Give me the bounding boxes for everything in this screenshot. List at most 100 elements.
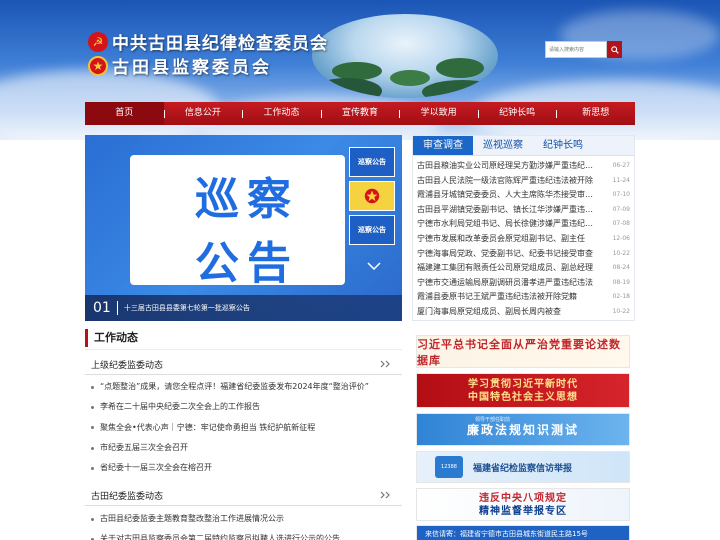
news-tab-panel: 审查调查 巡视巡察 纪钟长鸣 古田县粮油实业公司原经理吴方勤涉嫌严重违纪违法 06…: [412, 135, 635, 321]
ad-text-line1: 学习贯彻习近平新时代: [468, 378, 578, 390]
list-item[interactable]: 古田县人民法院一级法官陈辉严重违纪违法被开除 11-24: [417, 174, 630, 189]
tab-inspection[interactable]: 巡视巡察: [473, 136, 533, 155]
news-title: “点题整治”成果，请您全程点评！福建省纪委监委发布2024年度“整治评价”: [100, 382, 369, 391]
nav-item-info-disclosure[interactable]: 信息公开: [163, 102, 243, 125]
search-button[interactable]: [607, 41, 622, 58]
search-input[interactable]: [545, 41, 607, 58]
news-title: 古田县平湖镇党委副书记、镇长江华涉嫌严重违纪违法: [417, 204, 595, 214]
list-item[interactable]: 古田县平湖镇党委副书记、镇长江华涉嫌严重违纪违法 07-09: [417, 203, 630, 218]
ad-discipline-database[interactable]: 习近平总书记全面从严治党重要论述数据库: [416, 335, 630, 368]
news-title: 宁德市水利局党组书记、局长徐健涉嫌严重违纪违法: [417, 219, 595, 229]
bullet-icon: [91, 446, 94, 450]
slideshow[interactable]: 巡察 公告 巡察公告 巡察公告 01 十三届古田县县委第七轮第一批巡察公告: [85, 135, 402, 321]
news-date: 07-09: [612, 205, 630, 213]
mail-address-text: 来信请寄：福建省宁德市古田县城东街道民主路15号: [425, 530, 588, 538]
site-logo-line1[interactable]: ☭ 中共古田县纪律检查委员会: [88, 29, 328, 54]
list-item[interactable]: 宁德市水利局党组书记、局长徐健涉嫌严重违纪违法 07-08: [417, 217, 630, 232]
news-date: 08-24: [612, 264, 630, 272]
list-item[interactable]: 霞浦县牙城镇党委委员、人大主席陈华杰接受审查调查 07-10: [417, 188, 630, 203]
news-date: 10-22: [612, 307, 630, 315]
slide-heading-line1: 巡察: [195, 174, 299, 225]
party-emblem-icon: ☭: [88, 31, 108, 52]
subsection-header-local: 古田纪委监委动态: [85, 486, 402, 506]
list-item[interactable]: 关于对古田县监察委员会第二届特约监察员拟聘人选进行公示的公告: [85, 529, 402, 540]
chevron-down-icon[interactable]: [367, 259, 381, 273]
bullet-icon: [91, 426, 94, 430]
ad-text-line1: 违反中央八项规定: [479, 492, 567, 504]
nav-item-alarm-bell[interactable]: 纪钟长鸣: [477, 102, 557, 125]
list-item[interactable]: 李希在二十届中央纪委二次全会上的工作报告: [85, 397, 402, 417]
section-divider: [85, 349, 402, 350]
section-title-work-news: 工作动态: [85, 329, 402, 347]
island-shape: [436, 58, 484, 78]
island-shape: [312, 78, 382, 98]
news-date: 11-24: [612, 176, 630, 184]
slide-index: 01: [93, 300, 111, 316]
slide-caption[interactable]: 01 十三届古田县县委第七轮第一批巡察公告: [85, 295, 402, 321]
news-date: 07-10: [612, 191, 630, 199]
news-title: 古田县人民法院一级法官陈辉严重违纪违法被开除: [417, 175, 593, 185]
bullet-icon: [91, 385, 94, 389]
list-item[interactable]: 古田县粮油实业公司原经理吴方勤涉嫌严重违纪违法 06-27: [417, 159, 630, 174]
news-title: 宁德市交通运输局原副调研员潘孝进严重违纪违法: [417, 277, 593, 287]
subsection-title[interactable]: 上级纪委监委动态: [85, 358, 163, 371]
tab-investigation[interactable]: 审查调查: [413, 136, 473, 155]
news-title: 李希在二十届中央纪委二次全会上的工作报告: [100, 402, 260, 412]
news-title: 古田县粮油实业公司原经理吴方勤涉嫌严重违纪违法: [417, 161, 595, 170]
ad-text-line2: 精神监督举报专区: [479, 505, 567, 517]
list-item[interactable]: 省纪委十一届三次全会在榕召开: [85, 458, 402, 478]
list-item[interactable]: 聚焦全会•代表心声｜宁德：牢记使命勇担当 铁纪护航新征程: [85, 418, 402, 438]
island-shape: [422, 80, 498, 98]
news-date: 10-22: [612, 249, 630, 257]
list-item[interactable]: 宁德市发展和改革委员会原党组副书记、副主任 12-06: [417, 232, 630, 247]
site-logo-line2[interactable]: ★ 古田县监察委员会: [88, 53, 272, 78]
national-emblem-icon: ★: [88, 55, 108, 76]
news-title: 关于对古田县监察委员会第二届特约监察员拟聘人选进行公示的公告: [100, 534, 340, 540]
list-item[interactable]: 福建建工集团有限责任公司原党组成员、副总经理 08-24: [417, 261, 630, 276]
list-item[interactable]: 宁德海事局党政、党委副书记、纪委书记接受审查 10-22: [417, 247, 630, 262]
ad-integrity-test[interactable]: 领导干部任职前 廉政法规知识测试: [416, 413, 630, 446]
news-title: 省纪委十一届三次全会在榕召开: [100, 463, 212, 473]
list-item[interactable]: 霞浦县委原书记王斌严重违纪违法被开除党籍 02-18: [417, 290, 630, 305]
site-title-line1: 中共古田县纪律检查委员会: [112, 34, 328, 54]
bullet-icon: [91, 405, 94, 409]
news-date: 08-19: [612, 278, 630, 286]
list-item[interactable]: 古田县纪委监委主题教育整改整治工作进展情况公示: [85, 509, 402, 529]
list-item[interactable]: “点题整治”成果，请您全程点评！福建省纪委监委发布2024年度“整治评价”: [85, 377, 402, 397]
ad-text: 福建省纪检监察信访举报: [473, 463, 573, 474]
news-title: 聚焦全会•代表心声｜宁德：牢记使命勇担当 铁纪护航新征程: [100, 422, 316, 432]
mail-address-bar[interactable]: 来信请寄：福建省宁德市古田县城东街道民主路15号: [416, 525, 630, 540]
slide-heading-line2: 公告: [195, 238, 299, 289]
double-chevron-right-icon[interactable]: [380, 358, 402, 371]
slide-thumbnail[interactable]: 巡察公告: [349, 147, 395, 177]
list-item[interactable]: 宁德市交通运输局原副调研员潘孝进严重违纪违法 08-19: [417, 276, 630, 291]
slide-thumbnail[interactable]: 巡察公告: [349, 215, 395, 245]
subsection-title[interactable]: 古田纪委监委动态: [85, 489, 163, 502]
ad-text: 习近平总书记全面从严治党重要论述数据库: [417, 337, 621, 367]
nav-item-home[interactable]: 首页: [85, 102, 164, 125]
ad-subtext: 领导干部任职前: [475, 417, 511, 423]
slide-thumbnail[interactable]: [349, 181, 395, 211]
phone-icon: 12388: [435, 456, 463, 478]
site-title-line2: 古田县监察委员会: [112, 58, 272, 78]
list-item[interactable]: 厦门海事局原党组成员、副局长周内被查 10-22: [417, 305, 630, 320]
news-title: 宁德海事局党政、党委副书记、纪委书记接受审查: [417, 248, 593, 258]
news-date: 06-27: [612, 162, 630, 169]
emblem-icon: [364, 188, 380, 204]
ad-study-thought[interactable]: 学习贯彻习近平新时代 中国特色社会主义思想: [416, 373, 630, 408]
nav-item-study-apply[interactable]: 学以致用: [399, 102, 478, 125]
search-icon: [610, 45, 619, 54]
nav-item-new-thought[interactable]: 新思想: [556, 102, 635, 125]
tab-alarm-bell[interactable]: 纪钟长鸣: [533, 136, 593, 155]
nav-item-publicity[interactable]: 宣传教育: [320, 102, 400, 125]
nav-item-work-news[interactable]: 工作动态: [242, 102, 321, 125]
double-chevron-right-icon[interactable]: [380, 489, 402, 502]
superior-news-list: “点题整治”成果，请您全程点评！福建省纪委监委发布2024年度“整治评价” 李希…: [85, 377, 402, 478]
ad-eight-rules-report[interactable]: 违反中央八项规定 精神监督举报专区: [416, 488, 630, 521]
search-bar: [545, 41, 622, 58]
list-item[interactable]: 市纪委五届三次全会召开: [85, 438, 402, 458]
news-date: 07-08: [612, 220, 630, 228]
ad-report-hotline[interactable]: 12388 福建省纪检监察信访举报: [416, 451, 630, 483]
news-title: 宁德市发展和改革委员会原党组副书记、副主任: [417, 233, 585, 243]
local-news-list: 古田县纪委监委主题教育整改整治工作进展情况公示 关于对古田县监察委员会第二届特约…: [85, 509, 402, 540]
